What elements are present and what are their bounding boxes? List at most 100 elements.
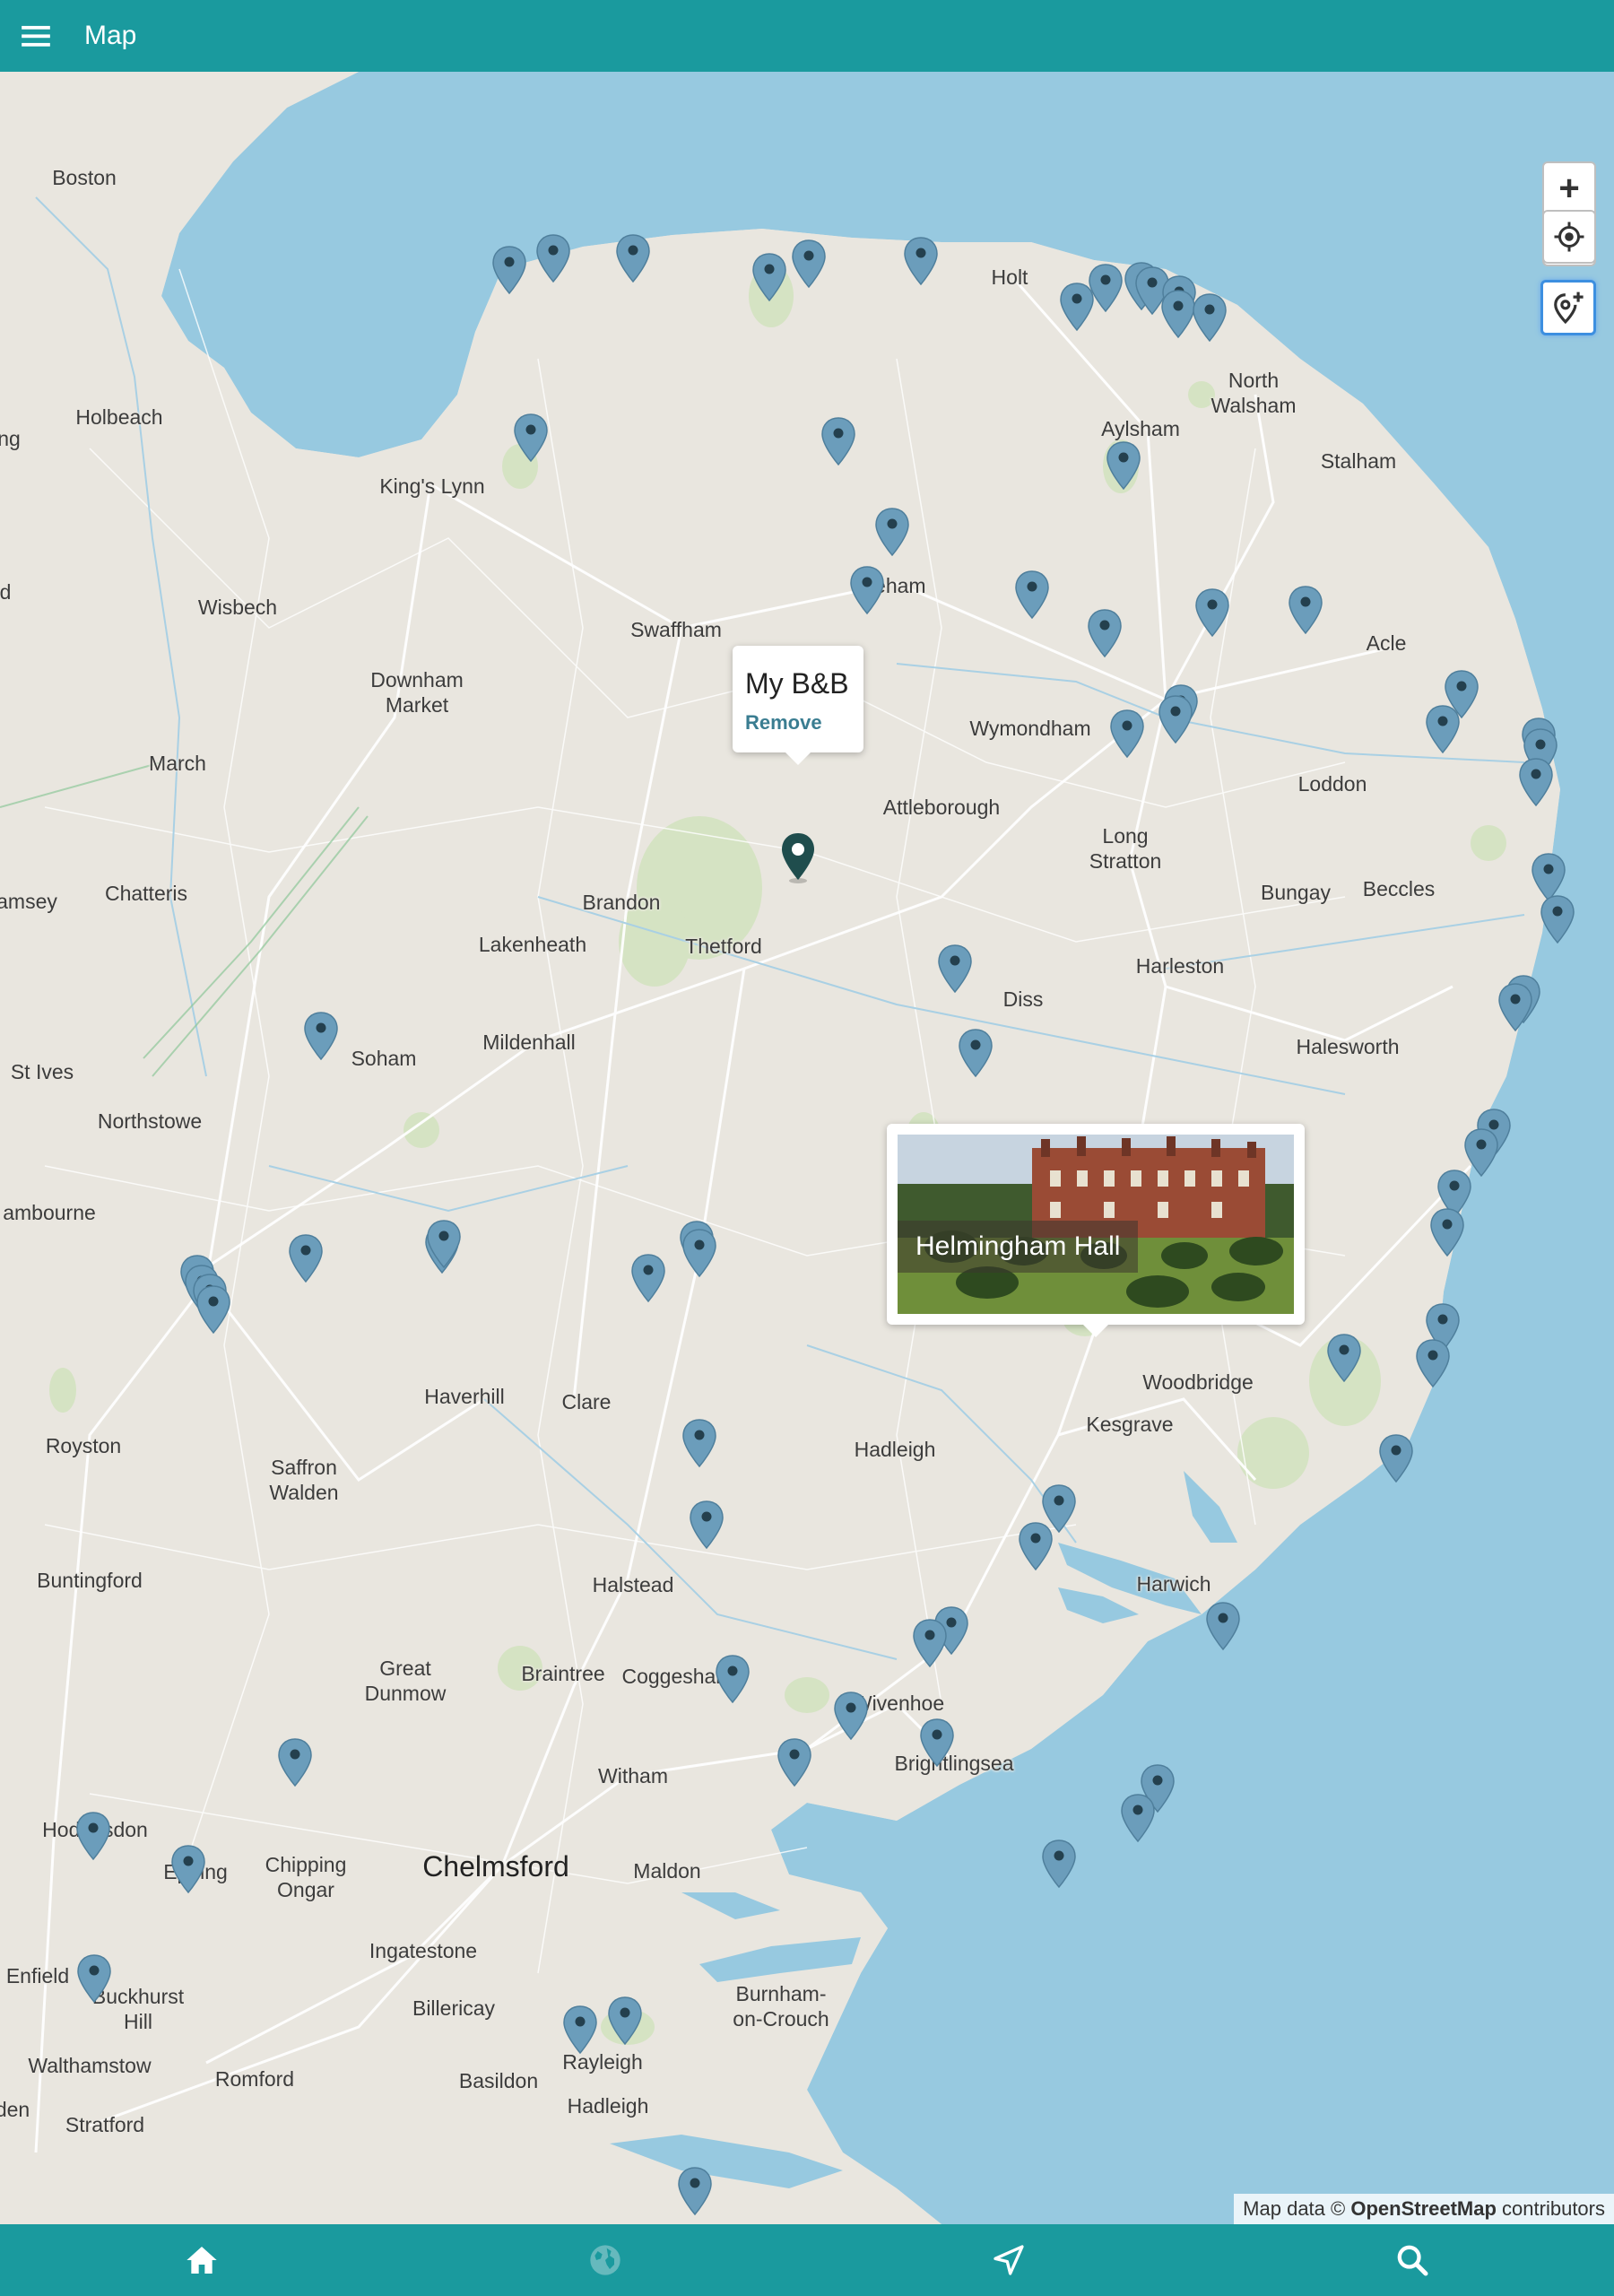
attraction-marker[interactable] [936, 944, 974, 996]
map-view[interactable]: Boston Holbeach King's Lynn Wisbech Downham … [0, 72, 1614, 2224]
attraction-marker[interactable] [195, 1284, 232, 1336]
attraction-marker[interactable] [1428, 1207, 1466, 1259]
attraction-marker[interactable] [1191, 292, 1228, 344]
town-label: Woodbridge [1142, 1370, 1254, 1394]
attraction-marker[interactable] [790, 239, 828, 291]
search-icon[interactable] [1367, 2224, 1457, 2296]
town-label: Wymondham [969, 717, 1091, 740]
attraction-popup[interactable]: Helmingham Hall [887, 1124, 1305, 1337]
town-label: Northstowe [97, 1109, 203, 1133]
attraction-marker[interactable] [1287, 585, 1324, 637]
locate-button[interactable] [1542, 210, 1596, 264]
attraction-marker[interactable] [614, 233, 652, 285]
town-label: Brandon [582, 891, 661, 914]
attraction-marker[interactable] [287, 1233, 325, 1285]
attraction-marker[interactable] [1204, 1601, 1242, 1653]
attraction-marker[interactable] [1017, 1521, 1054, 1573]
attraction-marker[interactable] [751, 252, 788, 304]
town-label: Haverhill [424, 1385, 505, 1408]
town-label: March [149, 752, 206, 775]
attraction-marker[interactable] [490, 245, 528, 297]
attraction-marker[interactable] [873, 507, 911, 559]
attraction-marker[interactable] [1517, 757, 1555, 809]
town-label: Beccles [1362, 877, 1436, 900]
town-label: Holt [991, 265, 1028, 289]
top-app-bar: Map [0, 0, 1614, 72]
town-label: Kesgrave [1086, 1413, 1174, 1436]
town-label: amsey [0, 890, 57, 913]
town-label: Enfield [5, 1964, 70, 1987]
town-label: Wisbech [197, 596, 278, 619]
attraction-marker[interactable] [1119, 1793, 1157, 1845]
home-icon[interactable] [157, 2224, 247, 2296]
navigation-arrow-icon[interactable] [964, 2224, 1054, 2296]
town-label: Braintree [521, 1662, 605, 1685]
attraction-photo[interactable]: Helmingham Hall [898, 1135, 1294, 1314]
attraction-marker[interactable] [1414, 1338, 1452, 1390]
attraction-marker[interactable] [74, 1811, 112, 1863]
attraction-marker[interactable] [1087, 263, 1124, 315]
bnb-marker[interactable] [779, 831, 817, 883]
attraction-marker[interactable] [832, 1691, 870, 1743]
town-label: Holbeach [75, 405, 163, 429]
attraction-marker[interactable] [1013, 570, 1051, 622]
osm-link[interactable]: OpenStreetMap [1350, 2197, 1497, 2220]
remove-button[interactable]: Remove [733, 711, 863, 752]
town-label: Coggeshall [621, 1665, 725, 1688]
attraction-marker[interactable] [1086, 608, 1124, 660]
attraction-marker[interactable] [302, 1011, 340, 1063]
attraction-marker[interactable] [681, 1228, 718, 1280]
town-label: Soham [351, 1047, 417, 1070]
attraction-marker[interactable] [512, 413, 550, 465]
attraction-marker[interactable] [820, 416, 857, 468]
attraction-marker[interactable] [902, 236, 940, 288]
attraction-marker[interactable] [276, 1737, 314, 1789]
attraction-marker[interactable] [1040, 1839, 1078, 1891]
town-label: Ingatestone [369, 1939, 478, 1962]
attraction-marker[interactable] [1539, 894, 1576, 946]
attraction-marker[interactable] [957, 1028, 994, 1080]
attraction-marker[interactable] [1108, 709, 1146, 761]
attraction-marker[interactable] [918, 1718, 956, 1770]
attraction-marker[interactable] [688, 1500, 725, 1552]
menu-icon[interactable] [0, 0, 72, 72]
attraction-marker[interactable] [1424, 704, 1462, 756]
attraction-marker[interactable] [534, 233, 572, 285]
globe-icon[interactable] [560, 2224, 650, 2296]
attraction-marker[interactable] [561, 2005, 599, 2057]
town-label: Romford [214, 2067, 295, 2091]
town-label: Swaffham [630, 618, 722, 641]
map-attribution: Map data © OpenStreetMap contributors [1234, 2194, 1614, 2224]
attraction-marker[interactable] [911, 1618, 949, 1670]
town-label: Walthamstow [28, 2054, 152, 2077]
attraction-marker[interactable] [1157, 694, 1194, 746]
attraction-marker[interactable] [425, 1219, 463, 1271]
town-label: St Ives [10, 1060, 74, 1083]
attraction-marker[interactable] [1325, 1333, 1363, 1385]
attraction-marker[interactable] [1105, 440, 1142, 492]
town-label: Hadleigh [854, 1438, 936, 1461]
town-label: Bungay [1260, 881, 1332, 904]
attraction-marker[interactable] [848, 565, 886, 617]
attraction-marker[interactable] [681, 1418, 718, 1470]
town-label: Harleston [1135, 954, 1225, 978]
attraction-marker[interactable] [629, 1253, 667, 1305]
bottom-nav-bar [0, 2224, 1614, 2296]
bnb-popup: My B&B Remove [733, 646, 863, 765]
attraction-marker[interactable] [1497, 982, 1534, 1034]
town-label: Acle [1366, 631, 1407, 655]
attraction-marker[interactable] [169, 1844, 207, 1896]
attraction-marker[interactable] [1377, 1433, 1415, 1485]
attraction-marker[interactable] [1193, 587, 1231, 639]
attraction-marker[interactable] [676, 2166, 714, 2218]
add-location-icon [1554, 291, 1584, 325]
attraction-marker[interactable] [714, 1654, 751, 1706]
bnb-popup-title: My B&B [745, 667, 849, 700]
attraction-marker[interactable] [606, 1996, 644, 2048]
town-label: Diss [1002, 987, 1044, 1011]
attraction-marker[interactable] [75, 1953, 113, 2005]
zoom-in-button[interactable]: + [1544, 163, 1594, 213]
town-label: Burnham- on-Crouch [733, 1982, 829, 2031]
attraction-marker[interactable] [776, 1737, 813, 1789]
add-marker-button[interactable] [1540, 280, 1596, 335]
